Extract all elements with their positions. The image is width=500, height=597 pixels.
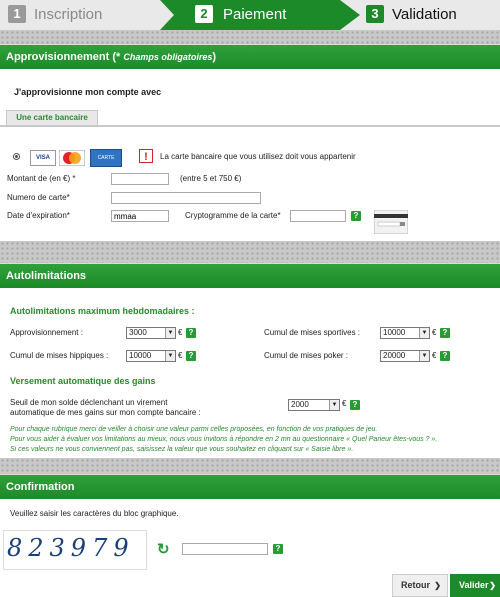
warning-icon: ! [139, 149, 153, 163]
section-title: Approvisionnement (* Champs obligatoires… [6, 51, 217, 63]
currency-label: € [178, 328, 183, 337]
captcha-image: 823979 [3, 530, 147, 570]
chevron-down-icon: ▼ [165, 328, 175, 338]
seuil-label-line1: Seuil de mon solde déclenchant un vireme… [10, 398, 168, 407]
currency-label: € [432, 328, 437, 337]
step-label: Inscription [34, 6, 103, 23]
autolimitations-panel: Autolimitations maximum hebdomadaires : … [0, 288, 500, 458]
versement-subtitle: Versement automatique des gains [10, 376, 156, 386]
section-header-confirmation: Confirmation [0, 475, 500, 499]
note-line: Pour vous aider à évaluer vos limitation… [10, 436, 438, 443]
step-number: 3 [366, 5, 384, 23]
captcha-text: 823979 [7, 534, 135, 562]
visa-card-icon: VISA [30, 150, 56, 166]
currency-label: € [342, 399, 347, 408]
step-label: Validation [392, 6, 457, 23]
captcha-input[interactable] [182, 543, 268, 555]
montant-input[interactable] [111, 173, 169, 185]
help-icon[interactable]: ? [351, 211, 361, 221]
help-icon[interactable]: ? [350, 400, 360, 410]
chevron-down-icon: ▼ [165, 351, 175, 361]
sport-label: Cumul de mises sportives : [264, 328, 361, 337]
approvisionnement-panel: J'approvisionne mon compte avec Une cart… [0, 69, 500, 241]
dotted-separator [0, 30, 500, 44]
help-icon[interactable]: ? [186, 351, 196, 361]
carte-bleue-icon: CARTE BLEUE [90, 149, 122, 177]
poker-label: Cumul de mises poker : [264, 351, 349, 360]
note-line: Si ces valeurs ne vous conviennent pas, … [10, 446, 354, 453]
chevron-down-icon: ▼ [329, 400, 339, 410]
montant-hint: (entre 5 et 750 €) [180, 174, 242, 183]
step-label: Paiement [223, 6, 287, 23]
step-number: 1 [8, 5, 26, 23]
montant-label: Montant de (en €) * [7, 174, 76, 183]
currency-label: € [178, 351, 183, 360]
tab-carte-bancaire[interactable]: Une carte bancaire [6, 110, 98, 125]
approvisionnement-subtitle: J'approvisionne mon compte avec [14, 87, 162, 97]
currency-label: € [432, 351, 437, 360]
steps-bar: 1 Inscription 2 Paiement 3 Validation [0, 0, 500, 30]
appro-label: Approvisionnement : [10, 328, 83, 337]
hebdo-subtitle: Autolimitations maximum hebdomadaires : [10, 306, 195, 316]
poker-select[interactable]: 20000 ▼ [380, 350, 430, 362]
help-icon[interactable]: ? [440, 328, 450, 338]
expiration-label: Date d'expiration* [7, 211, 70, 220]
help-icon[interactable]: ? [186, 328, 196, 338]
expiration-input[interactable] [111, 210, 169, 222]
confirmation-panel: Veuillez saisir les caractères du bloc g… [0, 499, 500, 597]
step-paiement: 2 Paiement [195, 0, 345, 30]
tab-divider [0, 125, 500, 127]
cryptogramme-label: Cryptogramme de la carte* [185, 211, 281, 220]
seuil-label-line2: automatique de mes gains sur mon compte … [10, 408, 201, 417]
section-header-approvisionnement: Approvisionnement (* Champs obligatoires… [0, 45, 500, 69]
dotted-separator [0, 458, 500, 474]
section-header-autolimitations: Autolimitations [0, 264, 500, 288]
chevron-right-icon: ❯ [489, 581, 496, 590]
step-validation: 3 Validation [366, 0, 500, 30]
dotted-separator [0, 241, 500, 263]
refresh-icon[interactable]: ↻ [157, 540, 170, 558]
cryptogramme-input[interactable] [290, 210, 346, 222]
numero-carte-input[interactable] [111, 192, 261, 204]
retour-button[interactable]: Retour ❯ [392, 574, 448, 597]
step-inscription: 1 Inscription [0, 0, 170, 30]
note-line: Pour chaque rubrique merci de veiller à … [10, 426, 378, 433]
chevron-down-icon: ▼ [419, 328, 429, 338]
section-title: Confirmation [6, 481, 75, 493]
captcha-instruction: Veuillez saisir les caractères du bloc g… [10, 509, 179, 518]
sport-select[interactable]: 10000 ▼ [380, 327, 430, 339]
seuil-select[interactable]: 2000 ▼ [288, 399, 340, 411]
card-back-icon [374, 210, 408, 234]
chevron-down-icon: ▼ [419, 351, 429, 361]
numero-label: Numero de carte* [7, 193, 70, 202]
mastercard-icon [59, 150, 85, 166]
hippique-select[interactable]: 10000 ▼ [126, 350, 176, 362]
hippique-label: Cumul de mises hippiques : [10, 351, 109, 360]
valider-button[interactable]: Valider ❯ [450, 574, 500, 597]
help-icon[interactable]: ? [273, 544, 283, 554]
warning-text: La carte bancaire que vous utilisez doit… [160, 152, 356, 161]
card-radio[interactable] [13, 153, 20, 160]
chevron-right-icon: ❯ [434, 581, 441, 590]
appro-select[interactable]: 3000 ▼ [126, 327, 176, 339]
help-icon[interactable]: ? [440, 351, 450, 361]
section-title: Autolimitations [6, 270, 87, 282]
step-number: 2 [195, 5, 213, 23]
